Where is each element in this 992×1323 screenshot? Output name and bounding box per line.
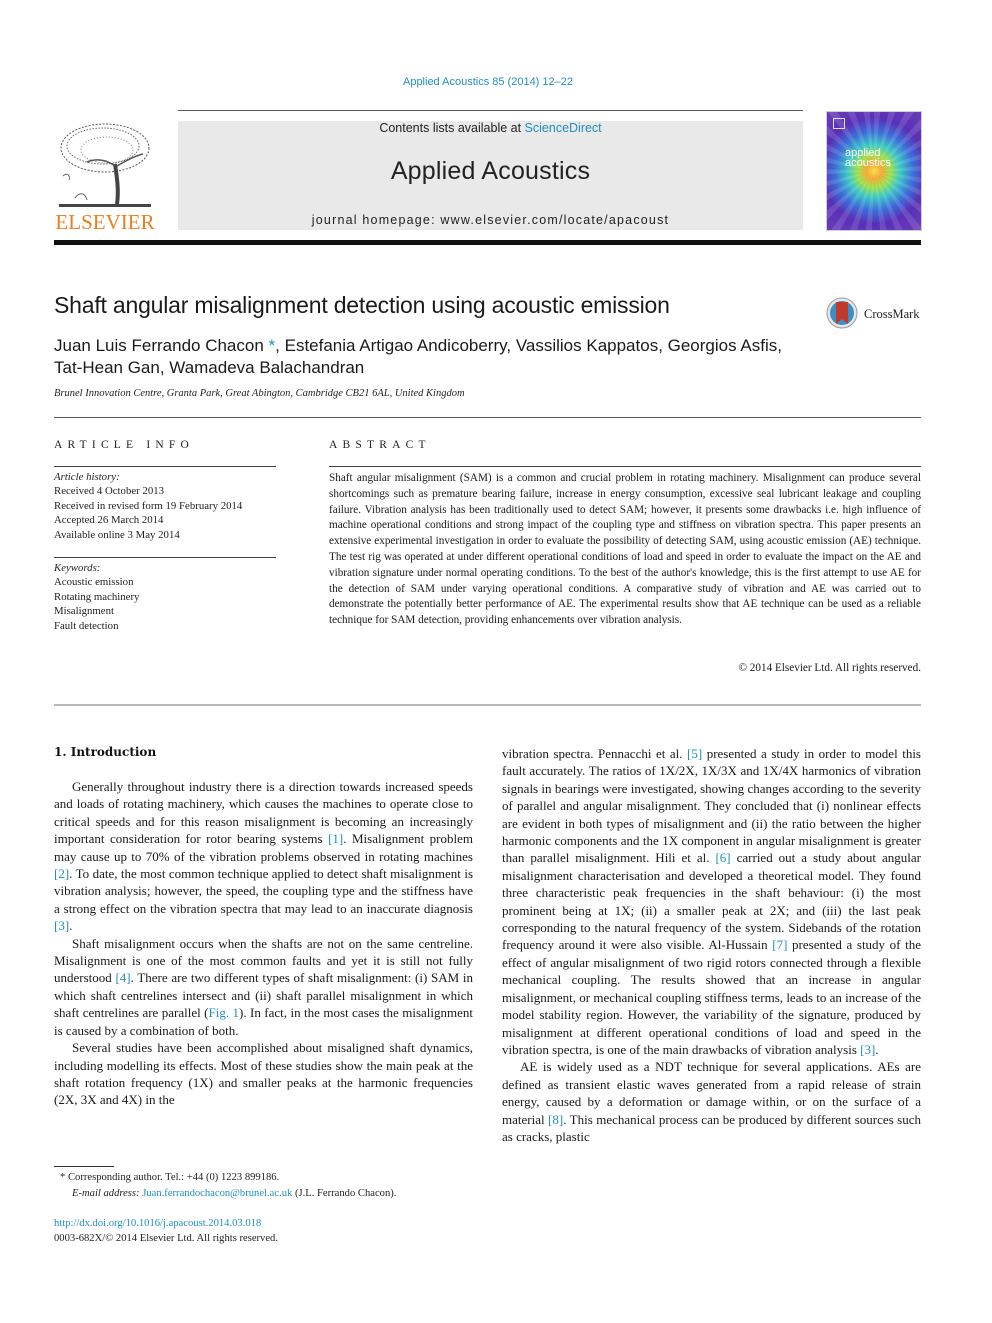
body-column-right: vibration spectra. Pennacchi et al. [5] … [502, 745, 921, 1145]
paragraph-continued: vibration spectra. Pennacchi et al. [5] … [502, 745, 921, 1058]
authors-rest: , Estefania Artigao Andicoberry, Vassili… [275, 336, 782, 355]
citation-link[interactable]: [3] [54, 918, 69, 933]
email-label: E-mail address: [72, 1188, 143, 1199]
text-run: presented a study in order to model this… [502, 746, 921, 866]
section-heading: 1. Introduction [54, 745, 157, 759]
paragraph: Shaft misalignment occurs when the shaft… [54, 935, 473, 1039]
email-suffix: (J.L. Ferrando Chacon). [292, 1188, 397, 1199]
history-item: Received in revised form 19 February 201… [54, 499, 243, 512]
header-thick-divider [54, 240, 921, 245]
text-run: . This mechanical process can be produce… [502, 1111, 922, 1144]
citation-link[interactable]: [3] [860, 1042, 875, 1057]
article-info-divider [54, 466, 276, 467]
abstract-divider [329, 466, 921, 467]
journal-homepage-link[interactable]: www.elsevier.com/locate/apacoust [440, 213, 669, 227]
issn-copyright: 0003-682X/© 2014 Elsevier Ltd. All right… [54, 1233, 279, 1244]
journal-title[interactable]: Applied Acoustics [178, 157, 803, 186]
corresponding-author-note: * Corresponding author. Tel.: +44 (0) 12… [60, 1170, 480, 1186]
keywords-label: Keywords: [54, 562, 101, 574]
abstract-copyright: © 2014 Elsevier Ltd. All rights reserved… [738, 662, 922, 674]
affiliation: Brunel Innovation Centre, Granta Park, G… [54, 388, 465, 399]
text-run: Several studies have been accomplished a… [54, 1040, 473, 1108]
email-link[interactable]: Juan.ferrandochacon@brunel.ac.uk [142, 1188, 292, 1199]
keyword-item: Fault detection [54, 619, 119, 632]
journal-reference-link[interactable]: Applied Acoustics 85 (2014) 12–22 [0, 76, 976, 88]
elsevier-wordmark: ELSEVIER [55, 210, 155, 234]
elsevier-tree-icon [57, 120, 153, 208]
footnote-star: * [60, 1172, 66, 1183]
cover-pattern [827, 112, 921, 230]
citation-link[interactable]: [8] [548, 1112, 563, 1127]
sciencedirect-link[interactable]: ScienceDirect [525, 121, 602, 135]
keyword-item: Acoustic emission [54, 576, 134, 589]
cover-title: applied acoustics [845, 148, 891, 169]
article-history-label: Article history: [54, 471, 120, 483]
history-item: Available online 3 May 2014 [54, 528, 180, 541]
crossmark-icon [826, 297, 858, 329]
journal-header-box: Contents lists available at ScienceDirec… [178, 121, 803, 230]
crossmark-label: CrossMark [864, 307, 920, 321]
article-info-heading: ARTICLE INFO [54, 439, 194, 451]
article-history: Article history: Received 4 October 2013… [54, 470, 284, 542]
corresponding-author-text: Corresponding author. Tel.: +44 (0) 1223… [67, 1172, 280, 1183]
citation-link[interactable]: [6] [715, 850, 730, 865]
citation-link[interactable]: [1] [328, 831, 343, 846]
paragraph: AE is widely used as a NDT technique for… [502, 1058, 921, 1145]
keywords: Keywords: Acoustic emission Rotating mac… [54, 561, 284, 633]
info-divider [54, 417, 921, 418]
keyword-item: Misalignment [54, 605, 114, 618]
citation-link[interactable]: [2] [54, 866, 69, 881]
cover-publisher-mark-icon [833, 118, 845, 129]
footnote-divider [54, 1166, 114, 1167]
section-divider [54, 704, 921, 706]
crossmark-button[interactable]: CrossMark [826, 297, 926, 333]
footnotes: * Corresponding author. Tel.: +44 (0) 12… [60, 1170, 480, 1202]
article-title: Shaft angular misalignment detection usi… [54, 292, 670, 318]
contents-prefix: Contents lists available at [379, 121, 525, 135]
text-run: . To date, the most common technique app… [54, 866, 473, 916]
journal-cover-image[interactable]: applied acoustics [826, 111, 922, 231]
authors-line2: Tat-Hean Gan, Wamadeva Balachandran [54, 358, 365, 377]
text-run: vibration spectra. Pennacchi et al. [502, 746, 688, 761]
history-item: Received 4 October 2013 [54, 485, 165, 498]
figure-link[interactable]: Fig. 1 [209, 1005, 240, 1020]
header-divider [178, 110, 803, 111]
paragraph: Generally throughout industry there is a… [54, 778, 473, 935]
citation-link[interactable]: [7] [772, 937, 787, 952]
text-run: . [69, 918, 73, 934]
email-note: E-mail address: Juan.ferrandochacon@brun… [60, 1186, 480, 1202]
cover-title-line2: acoustics [845, 157, 891, 169]
citation-link[interactable]: [5] [687, 746, 702, 761]
abstract-heading: ABSTRACT [329, 439, 431, 451]
paragraph: Several studies have been accomplished a… [54, 1039, 473, 1109]
text-run: . [875, 1041, 879, 1057]
author-first[interactable]: Juan Luis Ferrando Chacon [54, 336, 264, 355]
homepage-prefix: journal homepage: [311, 213, 441, 227]
elsevier-logo[interactable]: ELSEVIER [54, 120, 156, 234]
citation-link[interactable]: [4] [115, 970, 130, 985]
doi-link[interactable]: http://dx.doi.org/10.1016/j.apacoust.201… [54, 1218, 261, 1229]
history-item: Accepted 26 March 2014 [54, 514, 164, 527]
body-column-left: Generally throughout industry there is a… [54, 778, 473, 1109]
keyword-item: Rotating machinery [54, 590, 140, 603]
text-run: presented a study of the effect of angul… [502, 937, 922, 1057]
doi-block: http://dx.doi.org/10.1016/j.apacoust.201… [54, 1216, 278, 1246]
author-list: Juan Luis Ferrando Chacon *, Estefania A… [54, 335, 874, 379]
keywords-divider [54, 557, 276, 558]
abstract-text: Shaft angular misalignment (SAM) is a co… [329, 472, 921, 627]
